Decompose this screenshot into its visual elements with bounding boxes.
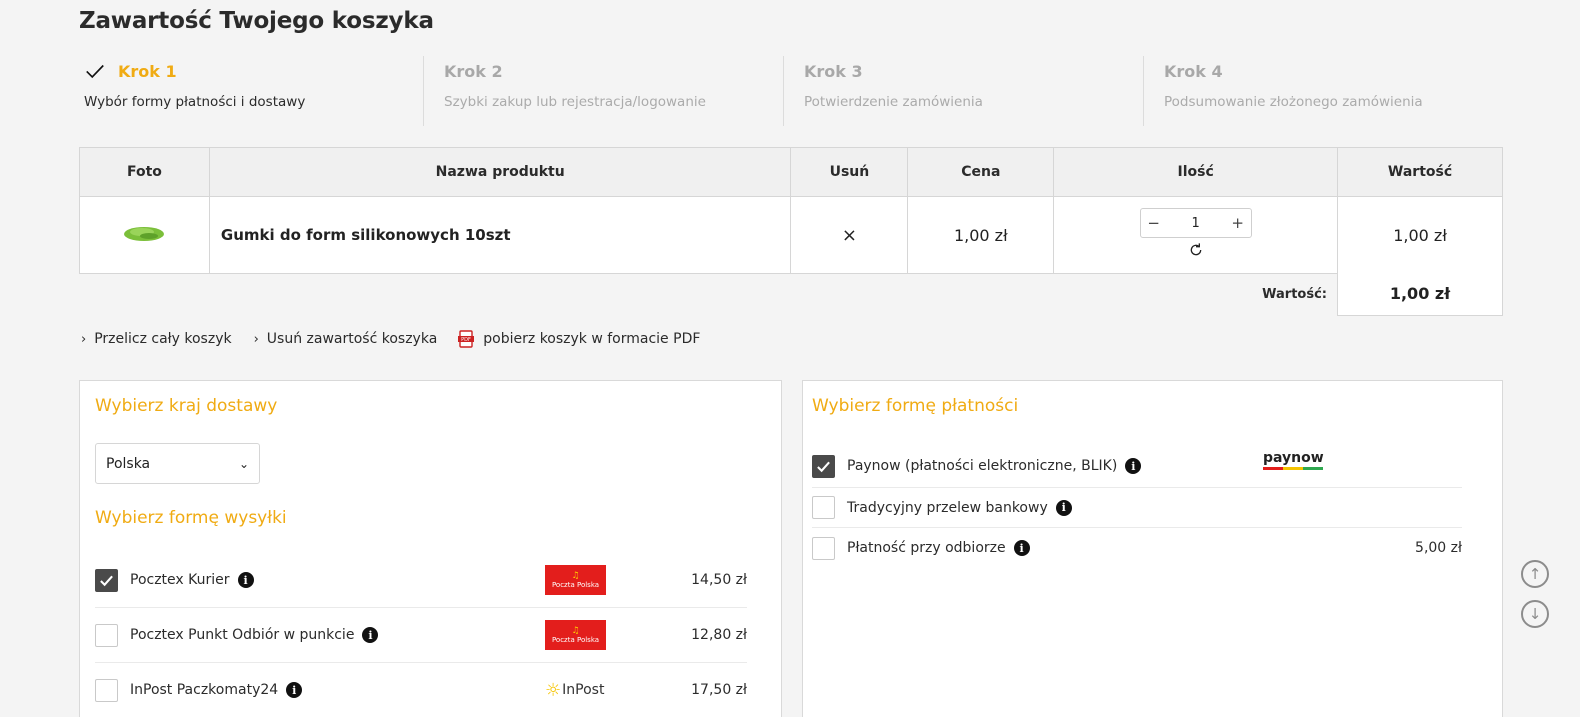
shipping-price: 14,50 zł bbox=[691, 572, 747, 588]
remove-cell: × bbox=[790, 196, 909, 274]
link-label: Usuń zawartość koszyka bbox=[266, 331, 438, 347]
increase-quantity-button[interactable]: + bbox=[1231, 214, 1245, 232]
payment-option-label[interactable]: Płatność przy odbiorze bbox=[847, 540, 1006, 556]
info-icon[interactable]: i bbox=[1013, 540, 1030, 556]
payment-price: 5,00 zł bbox=[1415, 540, 1462, 556]
column-header-name: Nazwa produktu bbox=[208, 147, 792, 197]
chevron-right-icon: › bbox=[253, 331, 259, 347]
link-label: Przelicz cały koszyk bbox=[94, 331, 232, 347]
total-value: 1,00 zł bbox=[1337, 272, 1503, 316]
poczta-polska-logo: ♫ Poczta Polska bbox=[545, 620, 606, 650]
payment-checkbox[interactable] bbox=[812, 536, 835, 560]
shipping-checkbox[interactable] bbox=[95, 678, 118, 702]
quantity-input[interactable]: 1 bbox=[1192, 216, 1200, 231]
info-icon[interactable]: i bbox=[1055, 499, 1072, 516]
column-header-quantity: Ilość bbox=[1053, 147, 1339, 197]
arrow-up-icon[interactable]: ↑ bbox=[1521, 560, 1549, 588]
shipping-option-label[interactable]: Pocztex Punkt Odbiór w punkcie bbox=[130, 627, 354, 643]
payment-panel: Wybierz formę płatności Paynow (płatnośc… bbox=[802, 380, 1503, 717]
check-icon bbox=[817, 461, 830, 472]
check-icon bbox=[100, 575, 113, 586]
step-description: Wybór formy płatności i dostawy bbox=[84, 94, 306, 110]
payment-option-paynow[interactable]: Paynow (płatności elektroniczne, BLIK) i… bbox=[812, 445, 1462, 488]
product-photo-cell bbox=[79, 196, 210, 274]
quantity-cell: − 1 + bbox=[1053, 196, 1339, 274]
step-label: Krok 1 bbox=[118, 61, 177, 81]
payment-option-cod[interactable]: Płatność przy odbiorze i 5,00 zł bbox=[812, 528, 1462, 568]
shipping-heading: Wybierz formę wysyłki bbox=[95, 508, 287, 528]
payment-option-label[interactable]: Paynow (płatności elektroniczne, BLIK) bbox=[847, 458, 1117, 474]
delivery-panel: Wybierz kraj dostawy Polska ⌄ Wybierz fo… bbox=[79, 380, 782, 717]
shipping-option-pocztex-punkt[interactable]: Pocztex Punkt Odbiór w punkcie i ♫ Poczt… bbox=[95, 608, 747, 663]
arrow-down-icon[interactable]: ↓ bbox=[1521, 600, 1549, 628]
step-label: Krok 2 bbox=[444, 61, 503, 81]
logo-text: paynow bbox=[1263, 450, 1324, 466]
column-header-value: Wartość bbox=[1337, 147, 1503, 197]
country-select[interactable]: Polska ⌄ bbox=[95, 443, 260, 484]
step-description: Podsumowanie złożonego zamówienia bbox=[1164, 94, 1423, 110]
payment-checkbox[interactable] bbox=[812, 454, 835, 478]
step-description: Potwierdzenie zamówienia bbox=[804, 94, 983, 110]
shipping-option-pocztex-kurier[interactable]: Pocztex Kurier i ♫ Poczta Polska 14,50 z… bbox=[95, 553, 747, 608]
product-name-link[interactable]: Gumki do form silikonowych 10szt bbox=[208, 196, 792, 274]
clear-cart-link[interactable]: › Usuń zawartość koszyka bbox=[252, 331, 438, 347]
poczta-polska-logo: ♫ Poczta Polska bbox=[545, 565, 606, 595]
column-header-remove: Usuń bbox=[790, 147, 909, 197]
logo-text: Poczta Polska bbox=[551, 635, 600, 644]
shipping-option-label[interactable]: Pocztex Kurier bbox=[130, 572, 230, 588]
shipping-price: 12,80 zł bbox=[691, 627, 747, 643]
step-4: Krok 4 Podsumowanie złożonego zamówienia bbox=[1143, 56, 1503, 126]
column-header-foto: Foto bbox=[79, 147, 210, 197]
cart-total-row: Wartość: 1,00 zł bbox=[79, 272, 1503, 316]
payment-heading: Wybierz formę płatności bbox=[812, 396, 1019, 416]
info-icon[interactable]: i bbox=[286, 682, 303, 698]
total-label: Wartość: bbox=[1262, 287, 1327, 302]
info-icon[interactable]: i bbox=[1125, 458, 1142, 474]
payment-option-bank-transfer[interactable]: Tradycyjny przelew bankowy i bbox=[812, 488, 1462, 528]
step-2: Krok 2 Szybki zakup lub rejestracja/logo… bbox=[423, 56, 783, 126]
svg-text:PDF: PDF bbox=[461, 337, 471, 343]
payment-checkbox[interactable] bbox=[812, 496, 835, 519]
product-price: 1,00 zł bbox=[907, 196, 1055, 274]
sun-icon: ☼ bbox=[545, 679, 562, 701]
quantity-stepper: − 1 + bbox=[1139, 208, 1252, 238]
step-description: Szybki zakup lub rejestracja/logowanie bbox=[444, 94, 706, 110]
step-3: Krok 3 Potwierdzenie zamówienia bbox=[783, 56, 1143, 126]
shipping-option-inpost[interactable]: InPost Paczkomaty24 i ☼ InPost 17,50 zł bbox=[95, 663, 747, 717]
chevron-down-icon: ⌄ bbox=[238, 456, 249, 471]
page-title: Zawartość Twojego koszyka bbox=[79, 8, 434, 34]
shipping-price: 17,50 zł bbox=[691, 682, 747, 698]
inpost-logo: ☼ InPost bbox=[545, 675, 607, 705]
paynow-logo: paynow bbox=[1263, 450, 1324, 470]
payment-option-label[interactable]: Tradycyjny przelew bankowy bbox=[847, 500, 1048, 516]
remove-item-button[interactable]: × bbox=[842, 225, 857, 246]
decrease-quantity-button[interactable]: − bbox=[1147, 214, 1161, 232]
info-icon[interactable]: i bbox=[362, 627, 379, 643]
check-icon bbox=[86, 64, 104, 79]
shipping-checkbox[interactable] bbox=[95, 623, 118, 647]
cart-table: Foto Nazwa produktu Usuń Cena Ilość Wart… bbox=[79, 147, 1503, 274]
checkout-steps: Krok 1 Wybór formy płatności i dostawy K… bbox=[79, 56, 1503, 126]
logo-text: Poczta Polska bbox=[551, 580, 600, 589]
pdf-icon: PDF bbox=[458, 330, 475, 348]
chevron-right-icon: › bbox=[81, 331, 87, 347]
link-label: pobierz koszyk w formacie PDF bbox=[483, 331, 701, 347]
cart-actions: › Przelicz cały koszyk › Usuń zawartość … bbox=[79, 330, 720, 348]
column-header-price: Cena bbox=[907, 147, 1055, 197]
table-row: Gumki do form silikonowych 10szt × 1,00 … bbox=[79, 196, 1503, 274]
country-selected-value: Polska bbox=[106, 455, 151, 472]
logo-text: InPost bbox=[562, 682, 605, 698]
step-label: Krok 3 bbox=[804, 61, 863, 81]
step-label: Krok 4 bbox=[1164, 61, 1223, 81]
shipping-checkbox[interactable] bbox=[95, 568, 118, 592]
country-heading: Wybierz kraj dostawy bbox=[95, 396, 278, 416]
product-thumbnail[interactable] bbox=[122, 223, 166, 243]
recalculate-cart-link[interactable]: › Przelicz cały koszyk bbox=[79, 331, 232, 347]
download-pdf-link[interactable]: PDF pobierz koszyk w formacie PDF bbox=[457, 330, 700, 348]
shipping-option-label[interactable]: InPost Paczkomaty24 bbox=[130, 682, 278, 698]
step-1: Krok 1 Wybór formy płatności i dostawy bbox=[79, 56, 423, 126]
product-value: 1,00 zł bbox=[1337, 196, 1503, 274]
info-icon[interactable]: i bbox=[237, 572, 254, 588]
refresh-icon[interactable] bbox=[1188, 242, 1204, 258]
